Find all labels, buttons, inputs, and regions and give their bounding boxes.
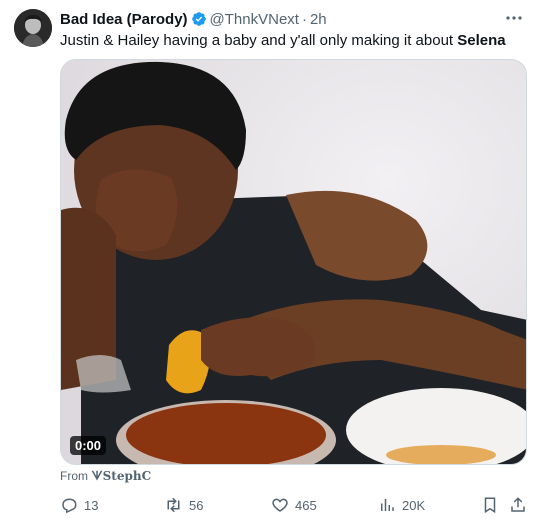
reply-count: 13: [84, 497, 99, 513]
more-icon: [506, 16, 522, 20]
reply-icon: [62, 498, 77, 514]
tweet: Bad Idea (Parody) @ThnkVNext · 2h Justin…: [0, 0, 538, 527]
views-button[interactable]: 20K: [378, 494, 425, 516]
repost-icon: [167, 497, 180, 513]
bookmark-button[interactable]: [481, 494, 499, 516]
views-icon: [381, 499, 394, 511]
more-options-button[interactable]: [504, 10, 524, 26]
video-frame: [61, 60, 526, 464]
action-bar: 13 56 465 20K: [60, 494, 527, 516]
repost-count: 56: [189, 497, 204, 513]
video-player[interactable]: 0:00: [60, 59, 527, 465]
like-count: 465: [295, 497, 317, 513]
share-icon: [511, 497, 525, 512]
bookmark-icon: [484, 497, 496, 514]
video-duration: 0:00: [70, 436, 107, 455]
avatar-image: [14, 9, 52, 47]
tweet-text-emphasis: Selena: [457, 32, 506, 49]
attribution-source[interactable]: ᗐStephC: [91, 469, 151, 483]
tweet-text: Justin & Hailey having a baby and y'all …: [60, 31, 506, 51]
tweet-header: Bad Idea (Parody) @ThnkVNext · 2h: [60, 9, 327, 29]
like-button[interactable]: 465: [271, 494, 317, 516]
attribution-prefix: From: [60, 469, 88, 483]
avatar[interactable]: [14, 9, 52, 47]
reply-button[interactable]: 13: [60, 494, 98, 516]
share-button[interactable]: [509, 494, 527, 516]
separator-dot: ·: [301, 10, 307, 28]
media-attribution: From ᗐStephC: [60, 469, 151, 484]
tweet-text-main: Justin & Hailey having a baby and y'all …: [60, 32, 454, 49]
author-display-name[interactable]: Bad Idea (Parody): [60, 11, 188, 28]
verified-icon: [191, 12, 206, 26]
view-count: 20K: [402, 497, 426, 513]
post-time[interactable]: 2h: [310, 11, 327, 28]
repost-button[interactable]: 56: [164, 494, 203, 516]
author-handle[interactable]: @ThnkVNext: [210, 11, 299, 28]
like-icon: [272, 498, 288, 512]
